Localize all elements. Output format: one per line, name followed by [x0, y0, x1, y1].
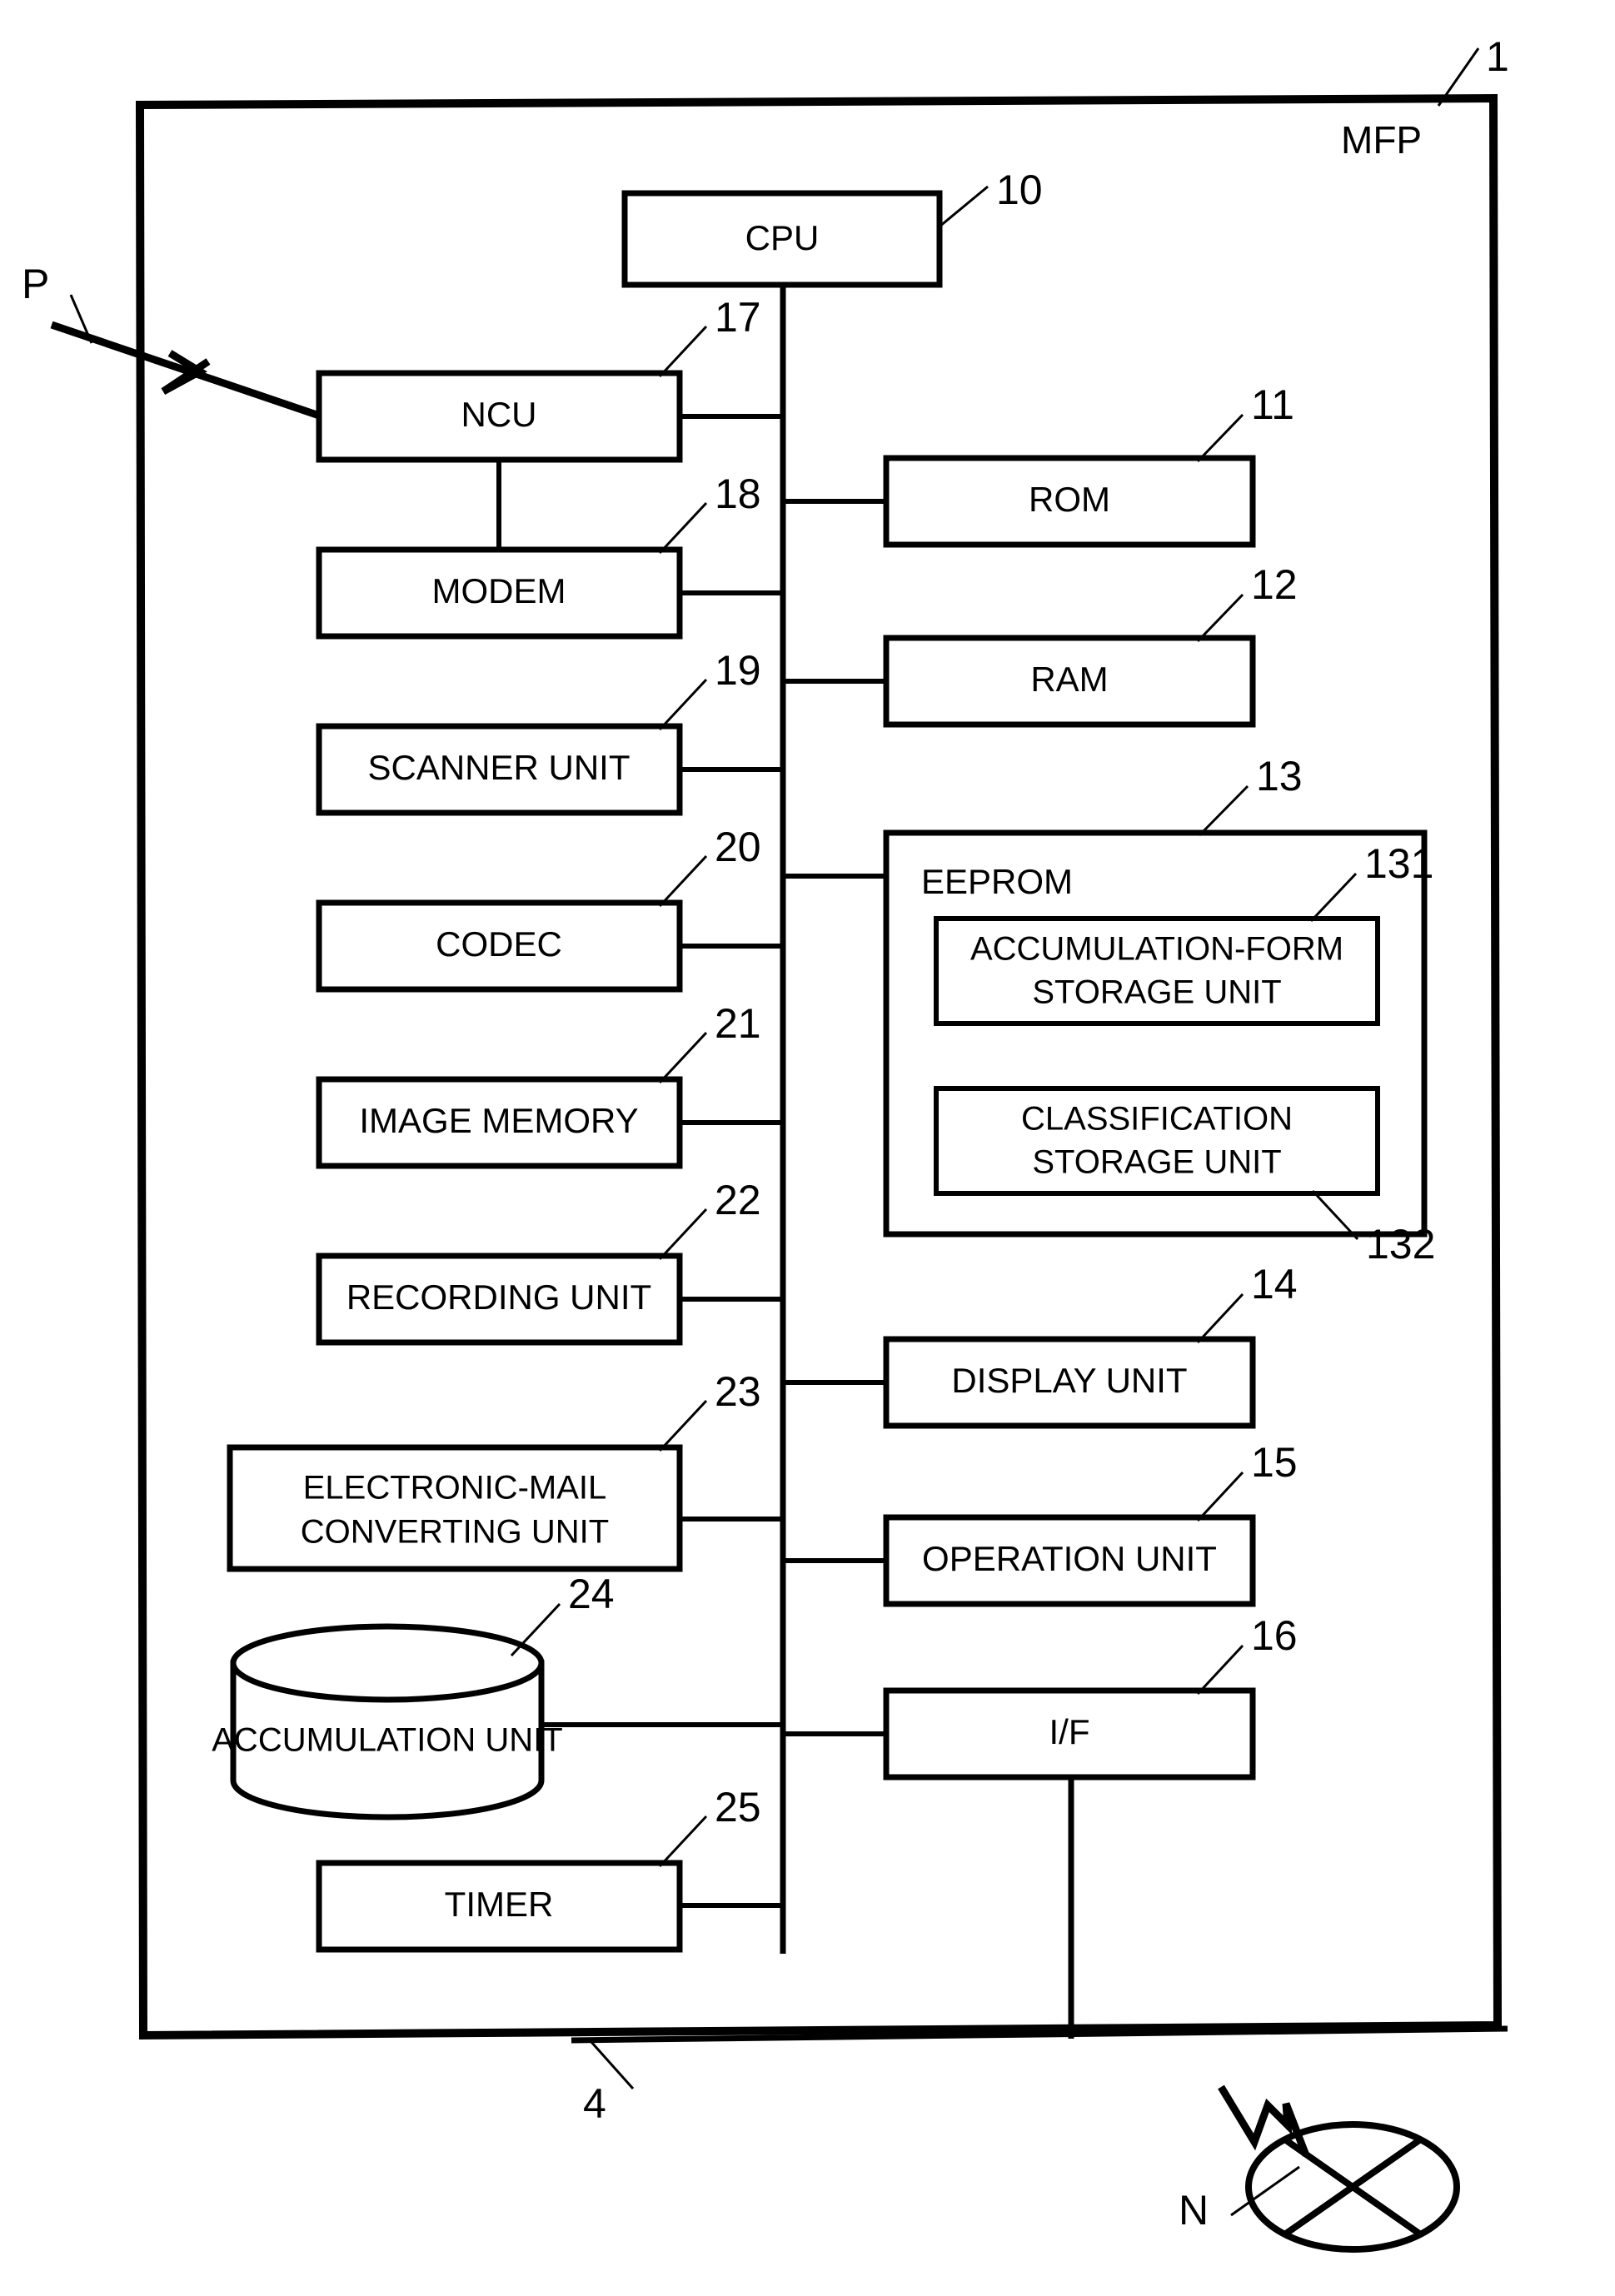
ref-numeral-15: 15: [1251, 1439, 1298, 1486]
ref-numeral-21: 21: [715, 1000, 761, 1047]
block-cpu: CPU 10: [621, 167, 1043, 288]
block-ncu-label: NCU: [461, 395, 537, 434]
block-codec-label: CODEC: [436, 924, 562, 964]
ref-numeral-20: 20: [715, 824, 761, 870]
ref-numeral-12: 12: [1251, 561, 1298, 608]
block-classification-storage-unit: CLASSIFICATION STORAGE UNIT 132: [934, 1086, 1435, 1268]
block-operation-unit-label: OPERATION UNIT: [922, 1539, 1217, 1578]
block-display-unit-label: DISPLAY UNIT: [951, 1361, 1187, 1400]
leader-line-n: [1230, 2165, 1300, 2217]
leader-line-recording: [658, 1208, 708, 1261]
leader-line-cpu: [939, 185, 989, 228]
ref-numeral-4: 4: [583, 2080, 606, 2127]
block-ram: RAM 12: [783, 561, 1298, 728]
ref-numeral-10: 10: [996, 167, 1043, 213]
ref-numeral-22: 22: [715, 1177, 761, 1223]
ref-numeral-25: 25: [715, 1784, 761, 1830]
network-node: N: [1179, 2084, 1460, 2253]
ref-numeral-17: 17: [715, 294, 761, 341]
leader-line-rom: [1196, 413, 1244, 463]
block-image-memory-label: IMAGE MEMORY: [359, 1101, 638, 1140]
leader-line-codec: [658, 854, 708, 908]
block-rom: ROM 11: [783, 381, 1294, 548]
block-interface-label: I/F: [1049, 1712, 1090, 1751]
block-accumulation-unit-label: ACCUMULATION UNIT: [212, 1722, 562, 1759]
ref-numeral-132: 132: [1366, 1221, 1435, 1268]
ref-numeral-14: 14: [1251, 1261, 1298, 1307]
block-modem-label: MODEM: [432, 571, 566, 610]
leader-line-ram: [1196, 593, 1244, 643]
ref-numeral-131: 131: [1364, 840, 1433, 887]
block-codec: CODEC 20: [316, 824, 783, 993]
ref-numeral-19: 19: [715, 647, 761, 694]
leader-line-interface: [1196, 1644, 1244, 1696]
block-classification-storage-unit-label-line1: CLASSIFICATION: [1021, 1101, 1293, 1138]
block-email-converting-unit-label-line2: CONVERTING UNIT: [301, 1514, 609, 1551]
leader-line-modem: [658, 501, 708, 555]
block-email-converting-unit-rect: [227, 1444, 683, 1572]
ref-numeral-16: 16: [1251, 1612, 1298, 1659]
block-accumulation-unit: ACCUMULATION UNIT 24: [212, 1571, 783, 1820]
ref-numeral-23: 23: [715, 1368, 761, 1415]
leader-line-email: [658, 1399, 708, 1452]
block-interface: I/F 16: [783, 1612, 1298, 1781]
block-cpu-label: CPU: [745, 218, 820, 257]
leader-line-eeprom: [1198, 784, 1249, 837]
block-ram-label: RAM: [1030, 660, 1108, 699]
block-modem: MODEM 18: [316, 460, 783, 640]
leader-line-operation: [1196, 1471, 1244, 1522]
block-ncu: NCU 17: [316, 294, 783, 463]
network-connection: 4: [571, 1777, 1508, 2127]
leader-line-display: [1196, 1292, 1244, 1344]
ref-numeral-13: 13: [1256, 753, 1303, 799]
ref-numeral-11: 11: [1251, 381, 1294, 428]
leader-line-accumulation: [510, 1602, 561, 1657]
mfp-block-diagram: MFP 1 P CPU 10 NCU 17 MODEM 18 SCANNER U…: [22, 33, 1509, 2253]
block-classification-storage-unit-label-line2: STORAGE UNIT: [1032, 1144, 1281, 1181]
block-timer-label: TIMER: [445, 1885, 554, 1924]
block-accumulation-form-storage-unit-label-line2: STORAGE UNIT: [1032, 974, 1281, 1011]
block-scanner-unit-label: SCANNER UNIT: [367, 748, 630, 787]
label-p: P: [22, 261, 49, 307]
leader-line-image-memory: [658, 1031, 708, 1084]
block-operation-unit: OPERATION UNIT 15: [783, 1439, 1298, 1607]
block-image-memory: IMAGE MEMORY 21: [316, 1000, 783, 1169]
block-email-converting-unit-label-line1: ELECTRONIC-MAIL: [303, 1470, 607, 1507]
block-eeprom-label: EEPROM: [921, 862, 1073, 901]
block-recording-unit: RECORDING UNIT 22: [316, 1177, 783, 1346]
phone-line-connection: P: [22, 261, 323, 421]
block-recording-unit-label: RECORDING UNIT: [346, 1277, 651, 1317]
ref-numeral-1: 1: [1486, 33, 1509, 80]
block-scanner-unit: SCANNER UNIT 19: [316, 647, 783, 816]
block-rom-label: ROM: [1029, 480, 1110, 519]
ref-numeral-18: 18: [715, 471, 761, 517]
figure-root: MFP 1 P CPU 10 NCU 17 MODEM 18 SCANNER U…: [0, 0, 1615, 2296]
line-break-symbol-p: [161, 350, 211, 395]
leader-line-ncu: [658, 325, 708, 378]
mfp-label: MFP: [1341, 118, 1422, 162]
block-eeprom: EEPROM 13 ACCUMULATION-FORM STORAGE UNIT…: [783, 753, 1435, 1268]
label-n: N: [1179, 2187, 1209, 2234]
phone-line-p: [50, 321, 323, 421]
block-accumulation-form-storage-unit-label-line1: ACCUMULATION-FORM: [970, 931, 1343, 968]
ref-numeral-24: 24: [568, 1571, 615, 1617]
block-display-unit: DISPLAY UNIT 14: [783, 1261, 1298, 1429]
leader-line-scanner: [658, 678, 708, 731]
block-accumulation-unit-cylinder-top: [230, 1623, 545, 1703]
block-email-converting-unit: ELECTRONIC-MAIL CONVERTING UNIT 23: [227, 1368, 783, 1572]
leader-line-timer: [658, 1815, 708, 1868]
